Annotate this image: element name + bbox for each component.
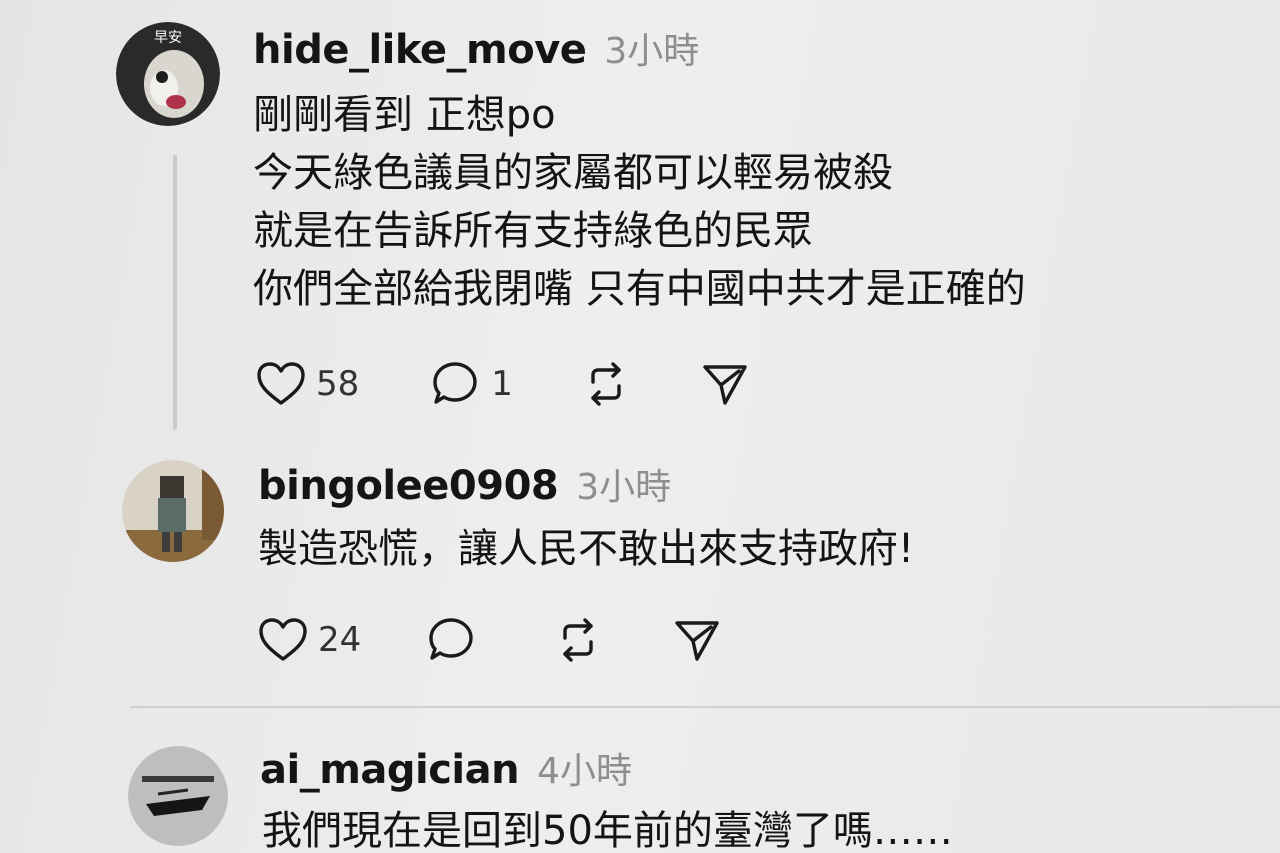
post-body: 我們現在是回到50年前的臺灣了嗎……: [262, 802, 953, 853]
repost-icon: [591, 362, 621, 406]
post-divider: [130, 706, 1280, 708]
username[interactable]: bingolee0908: [258, 463, 559, 509]
timestamp: 4小時: [537, 751, 633, 792]
post-line: 製造恐慌，讓人民不敢出來支持政府!: [258, 526, 915, 572]
thread-line: [173, 155, 177, 430]
post-line: 我們現在是回到50年前的臺灣了嗎……: [262, 808, 953, 853]
post-actions: 24: [258, 614, 721, 666]
post-header: hide_like_move 3小時: [253, 22, 699, 74]
post-actions: 58 1: [256, 358, 749, 410]
post-line: 你們全部給我閉嘴 只有中國中共才是正確的: [253, 266, 1026, 312]
post-line: 就是在告訴所有支持綠色的民眾: [253, 208, 813, 254]
avatar-caption: 早安: [154, 30, 182, 46]
avatar[interactable]: [122, 460, 224, 562]
avatar[interactable]: 早安: [116, 22, 220, 126]
avatar[interactable]: [128, 746, 228, 846]
threads-feed: 早安 hide_like_move 3小時 剛剛看到 正想po 今天綠色議員的家…: [0, 0, 1280, 853]
post-header: bingolee0908 3小時: [258, 458, 671, 510]
timestamp: 3小時: [604, 31, 700, 72]
comment-icon: [433, 362, 477, 404]
post-header: ai_magician 4小時: [260, 742, 632, 794]
comment-icon: [429, 618, 473, 660]
heart-icon: [257, 362, 305, 405]
like-button[interactable]: 24: [258, 617, 361, 663]
share-button[interactable]: [673, 617, 721, 663]
username[interactable]: ai_magician: [260, 747, 520, 793]
like-count: 58: [316, 364, 360, 404]
reply-button[interactable]: [427, 616, 487, 664]
heart-icon: [259, 618, 307, 661]
like-button[interactable]: 58: [256, 361, 359, 407]
repost-icon: [563, 618, 593, 662]
reply-count: 1: [491, 364, 513, 404]
username[interactable]: hide_like_move: [253, 27, 587, 73]
repost-button[interactable]: [581, 360, 631, 408]
like-count: 24: [318, 620, 362, 660]
send-icon: [675, 621, 719, 661]
repost-button[interactable]: [553, 616, 603, 664]
post-line: 剛剛看到 正想po: [253, 92, 556, 138]
post-body: 製造恐慌，讓人民不敢出來支持政府!: [258, 520, 914, 578]
reply-button[interactable]: 1: [431, 360, 513, 408]
post-line: 今天綠色議員的家屬都可以輕易被殺: [253, 150, 893, 196]
share-button[interactable]: [701, 361, 749, 407]
send-icon: [703, 365, 747, 405]
post-body: 剛剛看到 正想po 今天綠色議員的家屬都可以輕易被殺 就是在告訴所有支持綠色的民…: [253, 86, 1026, 318]
timestamp: 3小時: [576, 467, 672, 508]
